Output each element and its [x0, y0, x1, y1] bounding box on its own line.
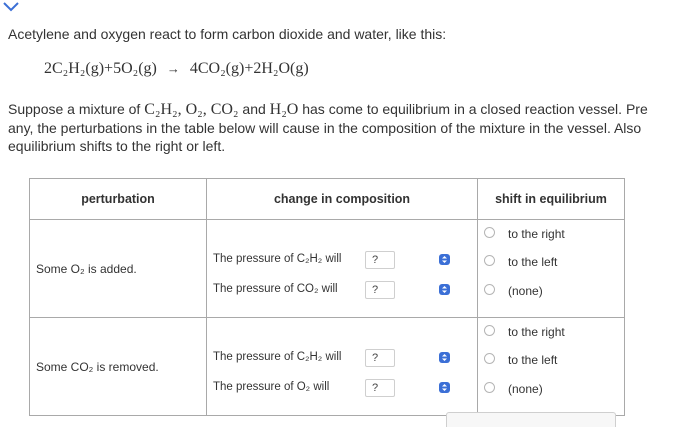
question-species: C₂H₂, O₂, CO₂	[144, 101, 239, 118]
answer-toolbar	[446, 412, 616, 427]
up-down-stepper-icon[interactable]	[439, 352, 450, 363]
question-species2: H₂O	[269, 101, 299, 118]
change-label: The pressure of CO₂ will	[213, 283, 338, 295]
question-line2: any, the perturbations in the table belo…	[8, 120, 642, 136]
intro-text: Acetylene and oxygen react to form carbo…	[8, 26, 447, 42]
up-down-stepper-icon[interactable]	[439, 254, 450, 265]
header-shift: shift in equilibrium	[477, 178, 625, 220]
header-perturbation: perturbation	[29, 178, 207, 220]
up-down-stepper-icon[interactable]	[439, 382, 450, 393]
change-label: The pressure of C₂H₂ will	[213, 351, 342, 363]
change-select[interactable]: ?	[365, 251, 395, 269]
shift-cell: to the right to the left (none)	[477, 317, 625, 416]
shift-option-left[interactable]: to the left	[484, 255, 557, 269]
change-select[interactable]: ?	[365, 349, 395, 367]
equation-products: 4CO₂(g)+2H₂O(g)	[189, 60, 309, 77]
change-select[interactable]: ?	[365, 379, 395, 397]
shift-option-none[interactable]: (none)	[484, 382, 543, 396]
perturbation-cell: Some CO₂ is removed.	[29, 317, 207, 416]
change-select[interactable]: ?	[365, 281, 395, 299]
shift-option-none[interactable]: (none)	[484, 284, 543, 298]
radio-button[interactable]	[484, 227, 495, 238]
change-label: The pressure of C₂H₂ will	[213, 253, 342, 265]
change-label: The pressure of O₂ will	[213, 381, 330, 393]
up-down-stepper-icon[interactable]	[439, 284, 450, 295]
change-cell: The pressure of C₂H₂ will ? The pressure…	[206, 219, 478, 318]
shift-cell: to the right to the left (none)	[477, 219, 625, 318]
shift-option-left[interactable]: to the left	[484, 353, 557, 367]
radio-button[interactable]	[484, 382, 495, 393]
table-header-row: perturbation change in composition shift…	[29, 178, 625, 220]
radio-button[interactable]	[484, 353, 495, 364]
chevron-down-icon[interactable]	[2, 0, 20, 14]
radio-button[interactable]	[484, 325, 495, 336]
perturbation-table: perturbation change in composition shift…	[29, 178, 625, 416]
question-line1-start: Suppose a mixture of	[8, 101, 141, 117]
question-and: and	[242, 101, 266, 117]
table-row: Some O₂ is added. The pressure of C₂H₂ w…	[29, 219, 625, 318]
question-line3: equilibrium shifts to the right or left.	[8, 138, 226, 154]
radio-button[interactable]	[484, 284, 495, 295]
change-cell: The pressure of C₂H₂ will ? The pressure…	[206, 317, 478, 416]
chemical-equation: 2C₂H₂(g)+5O₂(g) → 4CO₂(g)+2H₂O(g)	[44, 60, 309, 78]
question-text: Suppose a mixture of C₂H₂, O₂, CO₂ and H…	[8, 100, 700, 155]
shift-option-right[interactable]: to the right	[484, 325, 565, 339]
equation-reactants: 2C₂H₂(g)+5O₂(g)	[44, 60, 157, 77]
shift-option-right[interactable]: to the right	[484, 227, 565, 241]
header-change: change in composition	[206, 178, 478, 220]
question-line1-end: has come to equilibrium in a closed reac…	[302, 101, 648, 117]
table-row: Some CO₂ is removed. The pressure of C₂H…	[29, 317, 625, 416]
equation-arrow: →	[166, 61, 180, 76]
perturbation-cell: Some O₂ is added.	[29, 219, 207, 318]
radio-button[interactable]	[484, 255, 495, 266]
